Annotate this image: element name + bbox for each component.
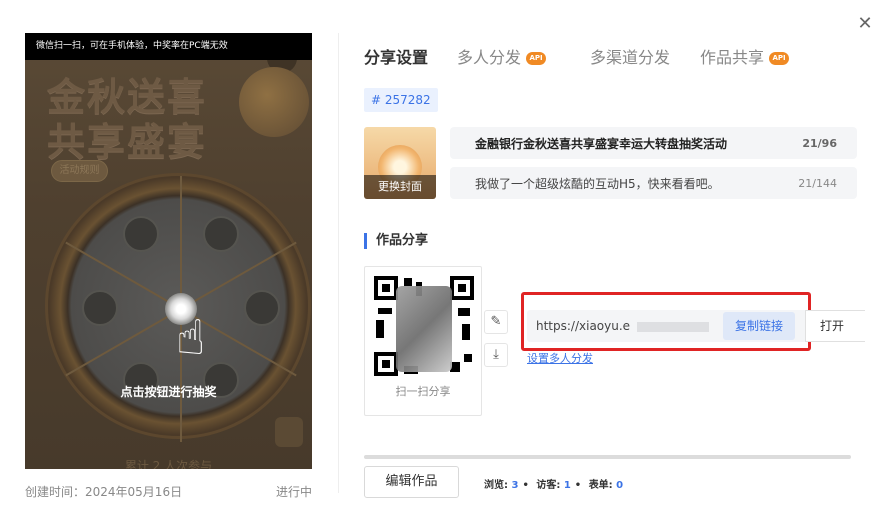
views-count: 3 [511, 480, 519, 491]
tab-work-sharing[interactable]: 作品共享 API [700, 44, 790, 68]
tab-label: 分享设置 [364, 48, 429, 67]
qr-blur-mask [396, 286, 452, 372]
tab-label: 作品共享 [700, 48, 765, 67]
qr-code [374, 276, 474, 376]
qr-caption: 扫一扫分享 [395, 385, 451, 398]
description-char-count: 21/144 [798, 176, 837, 190]
edit-work-button[interactable]: 编辑作品 [364, 466, 459, 498]
share-link-text: https://xiaoyu.e [536, 319, 631, 333]
api-badge: API [769, 52, 790, 65]
link-redaction [637, 322, 709, 332]
stats-bar: 浏览: 3 • 访客: 1 • 表单: 0 [484, 480, 624, 491]
prize-icon [82, 290, 118, 326]
copy-link-button[interactable]: 复制链接 [723, 312, 795, 340]
divider [338, 33, 339, 493]
tab-label: 多渠道分发 [590, 48, 671, 67]
share-link-field[interactable]: https://xiaoyu.e 复制链接 [527, 310, 807, 342]
title-value: 金融银行金秋送喜共享盛宴幸运大转盘抽奖活动 [475, 136, 728, 151]
magic-wand-icon[interactable]: ✎ [484, 310, 508, 334]
decor-orb [239, 67, 309, 137]
tab-multi-distribution[interactable]: 多人分发 API [457, 44, 547, 68]
status-label: 进行中 [276, 485, 313, 499]
prize-icon [244, 290, 280, 326]
prize-icon [203, 216, 239, 252]
share-section-heading: 作品分享 [364, 233, 428, 249]
horizontal-scrollbar[interactable] [364, 455, 851, 459]
created-date: 创建时间：2024年05月16日 [25, 485, 183, 499]
preview-cta: 点击按钮进行抽奖 [120, 385, 217, 399]
preview-headline: 共享盛宴 [47, 119, 208, 164]
visitors-label: 访客: [536, 480, 561, 491]
multi-distribution-link[interactable]: 设置多人分发 [527, 350, 593, 366]
tab-share-settings[interactable]: 分享设置 [364, 44, 428, 68]
tap-hand-icon: ☝ [176, 310, 206, 366]
api-badge: API [526, 52, 547, 65]
views-label: 浏览: [484, 480, 508, 491]
work-id-badge: # 257282 [364, 88, 438, 112]
description-value: 我做了一个超级炫酷的互动H5，快来看看吧。 [475, 176, 720, 191]
rules-tag: 活动规则 [51, 160, 108, 182]
title-input[interactable]: 金融银行金秋送喜共享盛宴幸运大转盘抽奖活动 21/96 [450, 127, 857, 159]
open-link-button[interactable]: 打开 [805, 310, 865, 342]
prize-icon [123, 216, 159, 252]
close-icon[interactable]: ✕ [855, 14, 875, 34]
decor-corner [275, 417, 303, 447]
forms-count: 0 [616, 480, 624, 491]
preview-tip: 微信扫一扫，可在手机体验，中奖率在PC端无效 [25, 33, 312, 60]
cover-thumbnail[interactable]: 更换封面 [364, 127, 436, 199]
h5-preview: 微信扫一扫，可在手机体验，中奖率在PC端无效 金秋送喜 共享盛宴 活动规则 ☝ … [25, 33, 312, 469]
description-input[interactable]: 我做了一个超级炫酷的互动H5，快来看看吧。 21/144 [450, 167, 857, 199]
change-cover-label: 更换封面 [364, 175, 436, 199]
preview-footer: 累计 2 人次参与 [124, 459, 213, 469]
tab-label: 多人分发 [457, 48, 522, 67]
download-icon[interactable]: ⤓ [484, 343, 508, 367]
visitors-count: 1 [563, 480, 571, 491]
qr-code-panel: 扫一扫分享 [364, 266, 482, 416]
forms-label: 表单: [588, 480, 613, 491]
title-char-count: 21/96 [802, 136, 837, 150]
tab-multi-channel[interactable]: 多渠道分发 [590, 44, 670, 68]
